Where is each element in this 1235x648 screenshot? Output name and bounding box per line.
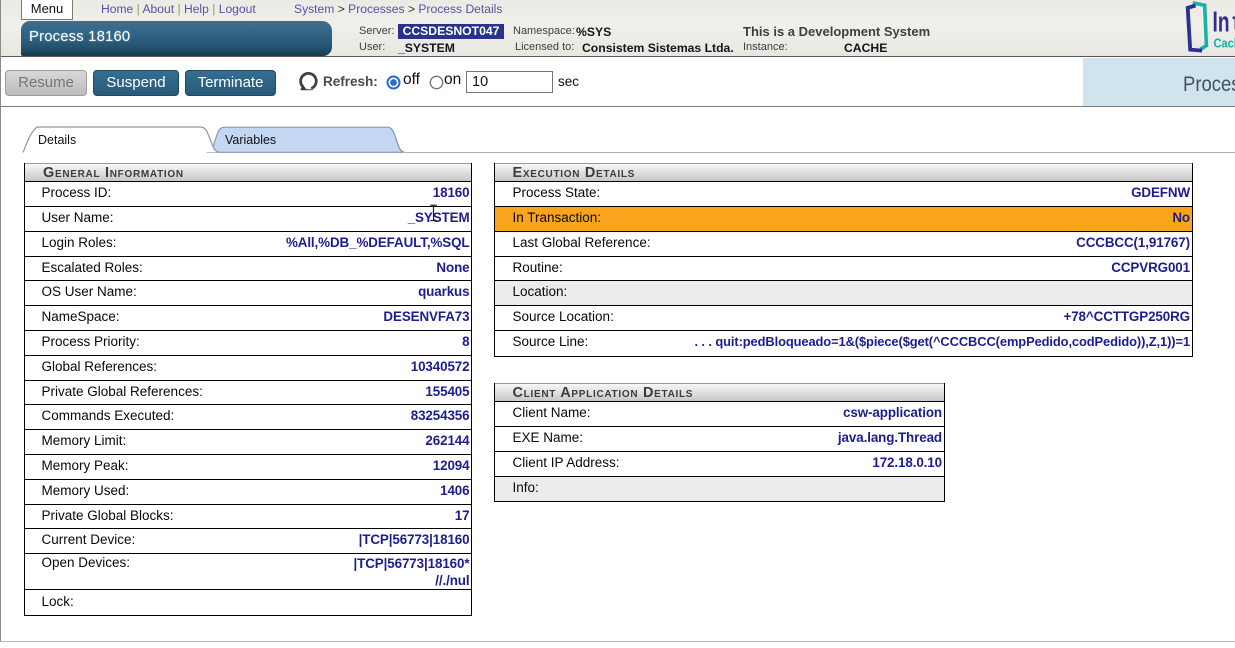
svg-text:Variables: Variables — [225, 133, 276, 147]
svg-text:Cach: Cach — [1214, 37, 1235, 51]
svg-text:Details: Details — [38, 133, 76, 147]
svg-text:In: In — [1213, 7, 1230, 39]
